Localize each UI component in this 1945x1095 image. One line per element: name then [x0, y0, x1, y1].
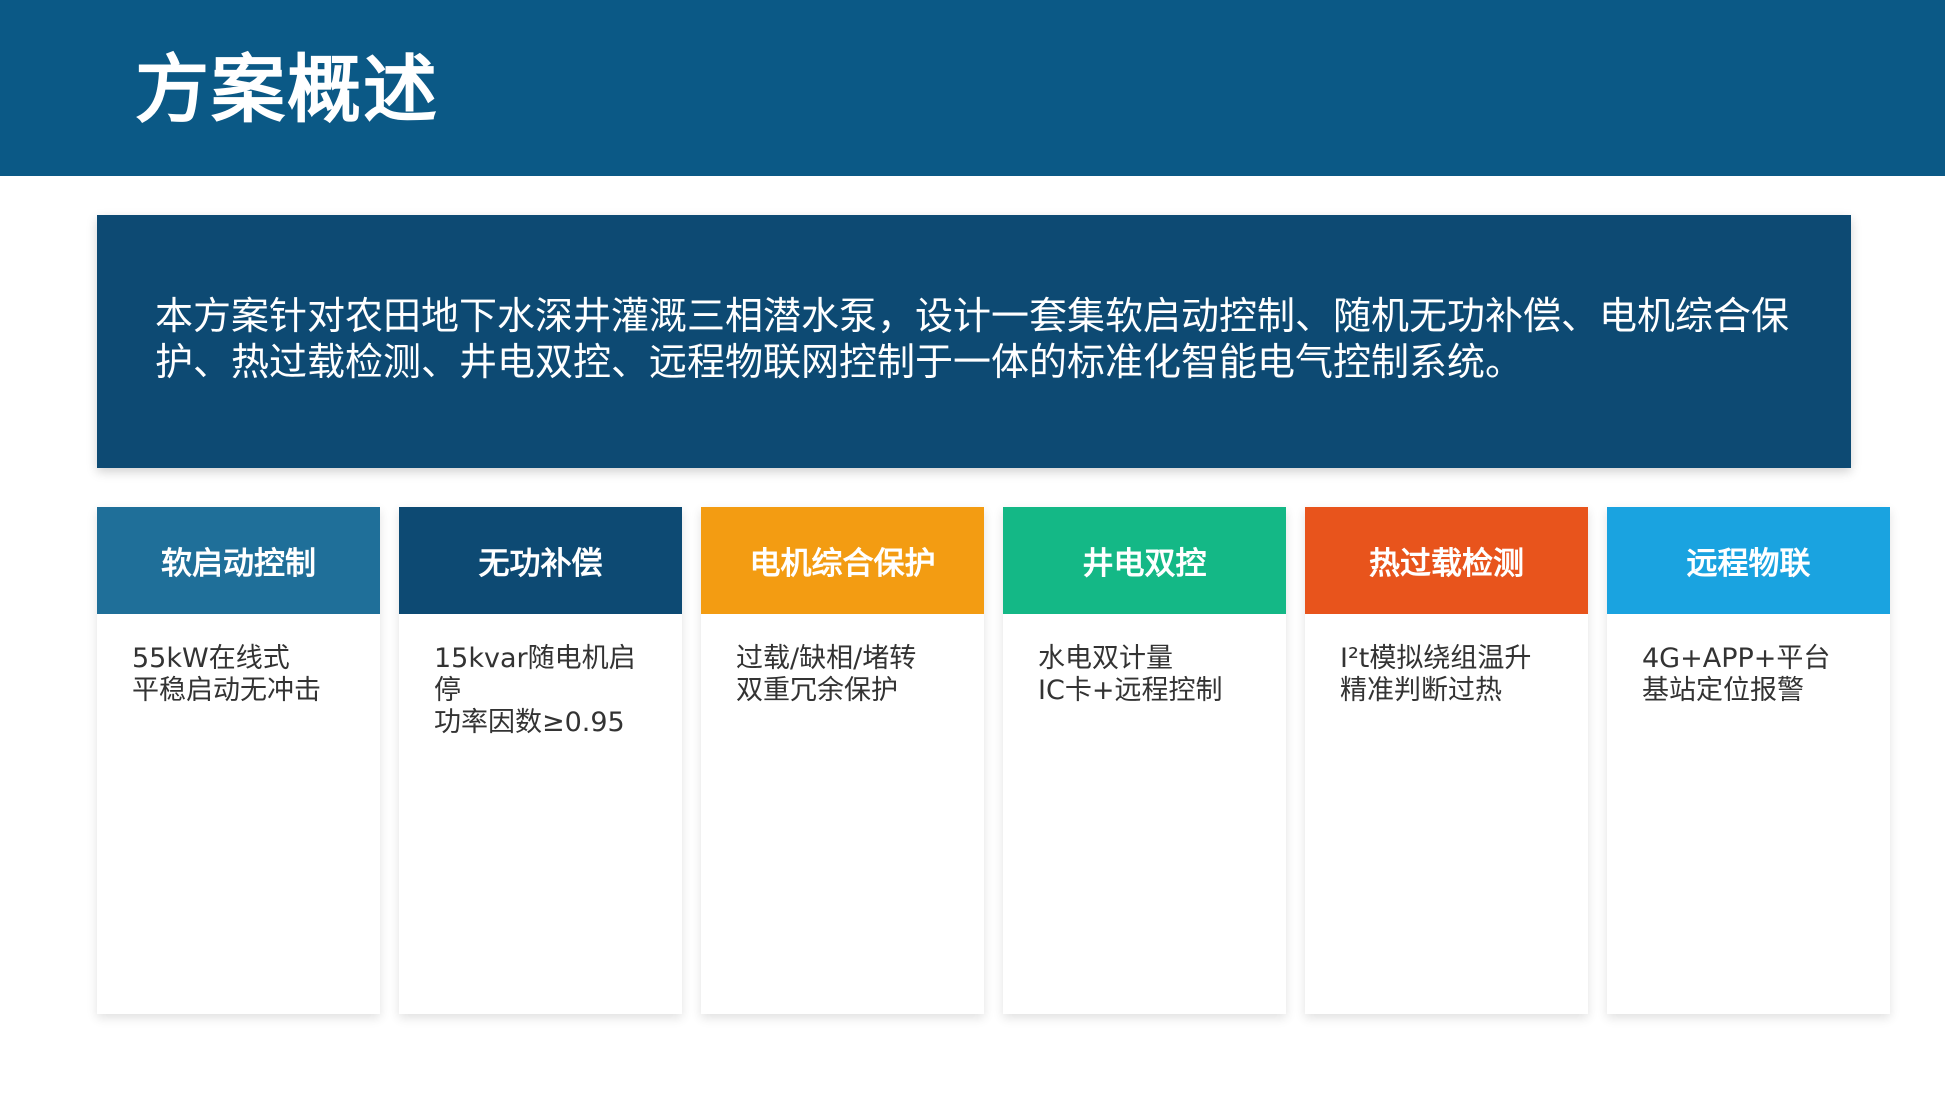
card-line: 水电双计量: [1038, 643, 1173, 674]
card-title: 远程物联: [1686, 546, 1811, 582]
card-title: 热过载检测: [1369, 546, 1524, 582]
card-dual-control: 井电双控 水电双计量 IC卡+远程控制: [1003, 507, 1286, 1014]
card-reactive-compensation: 无功补偿 15kvar随电机启停 功率因数≥0.95: [399, 507, 682, 1014]
card-line: 双重冗余保护: [736, 675, 898, 706]
card-line: 基站定位报警: [1642, 675, 1804, 706]
card-header: 软启动控制: [97, 507, 380, 614]
card-soft-start: 软启动控制 55kW在线式 平稳启动无冲击: [97, 507, 380, 1014]
card-header: 无功补偿: [399, 507, 682, 614]
card-header: 热过载检测: [1305, 507, 1588, 614]
summary-panel: 本方案针对农田地下水深井灌溉三相潜水泵，设计一套集软启动控制、随机无功补偿、电机…: [97, 215, 1851, 468]
card-thermal-overload: 热过载检测 I²t模拟绕组温升 精准判断过热: [1305, 507, 1588, 1014]
card-body: 55kW在线式 平稳启动无冲击: [132, 643, 357, 707]
card-body: 4G+APP+平台 基站定位报警: [1642, 643, 1867, 707]
card-header: 电机综合保护: [701, 507, 984, 614]
card-title: 软启动控制: [161, 546, 316, 582]
card-line: 精准判断过热: [1340, 675, 1502, 706]
card-body: 过载/缺相/堵转 双重冗余保护: [736, 643, 961, 707]
card-line: I²t模拟绕组温升: [1340, 643, 1532, 674]
card-line: 过载/缺相/堵转: [736, 643, 917, 674]
card-body: 水电双计量 IC卡+远程控制: [1038, 643, 1263, 707]
card-title: 无功补偿: [478, 546, 603, 582]
card-body: 15kvar随电机启停 功率因数≥0.95: [434, 643, 659, 739]
page-title: 方案概述: [135, 47, 439, 133]
card-header: 井电双控: [1003, 507, 1286, 614]
card-body: I²t模拟绕组温升 精准判断过热: [1340, 643, 1565, 707]
summary-text: 本方案针对农田地下水深井灌溉三相潜水泵，设计一套集软启动控制、随机无功补偿、电机…: [155, 294, 1790, 384]
card-line: 55kW在线式: [132, 643, 290, 674]
card-motor-protection: 电机综合保护 过载/缺相/堵转 双重冗余保护: [701, 507, 984, 1014]
card-line: 功率因数≥0.95: [434, 707, 625, 738]
card-title: 井电双控: [1082, 546, 1207, 582]
card-line: 15kvar随电机启停: [434, 643, 636, 706]
card-line: IC卡+远程控制: [1038, 675, 1223, 706]
card-line: 4G+APP+平台: [1642, 643, 1831, 674]
card-title: 电机综合保护: [749, 546, 936, 582]
header-banner: 方案概述: [0, 0, 1945, 176]
card-remote-iot: 远程物联 4G+APP+平台 基站定位报警: [1607, 507, 1890, 1014]
card-line: 平稳启动无冲击: [132, 675, 321, 706]
card-header: 远程物联: [1607, 507, 1890, 614]
